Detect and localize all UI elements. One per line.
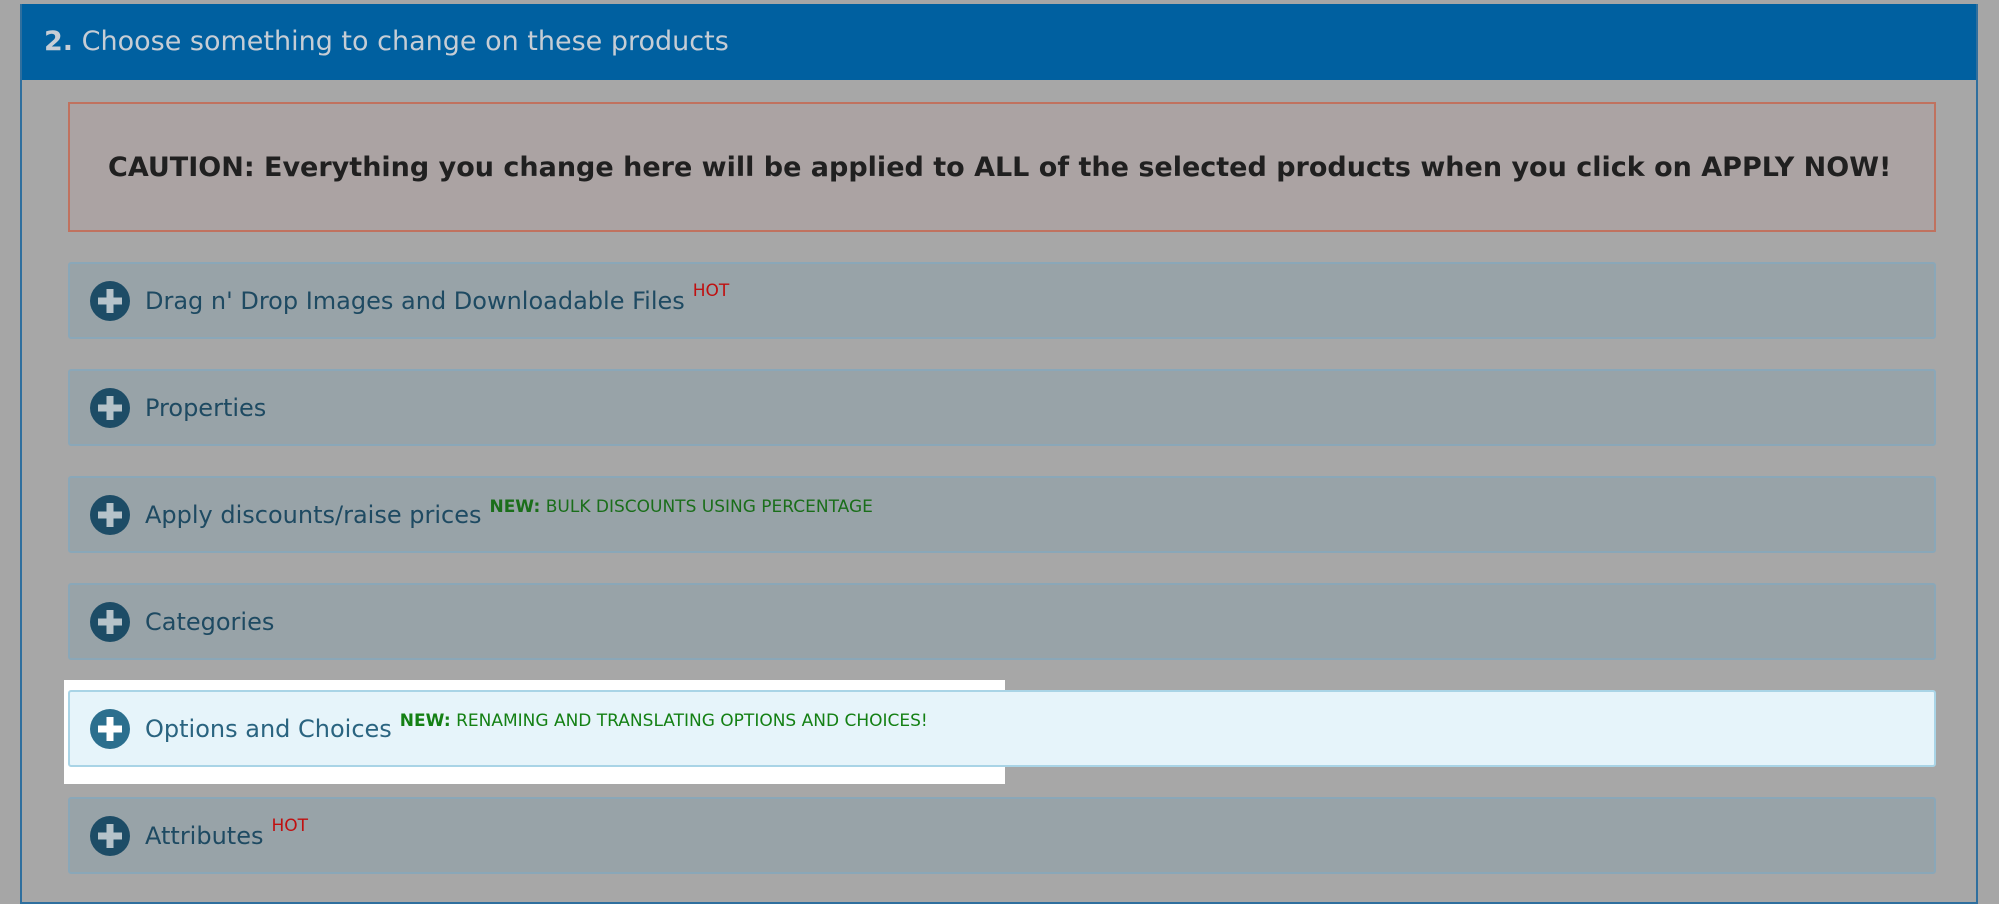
- section-attributes[interactable]: Attributes HOT: [68, 797, 1936, 874]
- plus-circle-icon: [90, 387, 130, 428]
- new-prefix: NEW:: [399, 710, 451, 731]
- panel-title: Choose something to change on these prod…: [81, 26, 729, 57]
- section-label: Drag n' Drop Images and Downloadable Fil…: [145, 286, 685, 315]
- section-label: Properties: [145, 393, 267, 422]
- panel-header: 2. Choose something to change on these p…: [22, 4, 1976, 80]
- section-properties[interactable]: Properties: [68, 369, 1936, 446]
- new-prefix: NEW:: [489, 496, 541, 517]
- section-label: Options and Choices: [145, 714, 392, 743]
- caution-text: CAUTION: Everything you change here will…: [108, 151, 1892, 183]
- plus-circle-icon: [90, 815, 130, 856]
- plus-circle-icon: [90, 708, 130, 749]
- step-number: 2.: [44, 26, 74, 57]
- new-text: RENAMING AND TRANSLATING OPTIONS AND CHO…: [456, 710, 928, 731]
- plus-circle-icon: [90, 280, 130, 321]
- section-apply-discounts[interactable]: Apply discounts/raise prices NEW: BULK D…: [68, 476, 1936, 553]
- section-label: Attributes: [145, 821, 264, 850]
- plus-circle-icon: [90, 494, 130, 535]
- hot-badge: HOT: [692, 280, 730, 301]
- new-text: BULK DISCOUNTS USING PERCENTAGE: [545, 496, 873, 517]
- plus-circle-icon: [90, 601, 130, 642]
- section-drag-drop-images[interactable]: Drag n' Drop Images and Downloadable Fil…: [68, 262, 1936, 339]
- caution-alert: CAUTION: Everything you change here will…: [68, 102, 1936, 232]
- section-options-and-choices[interactable]: Options and Choices NEW: RENAMING AND TR…: [68, 690, 1936, 767]
- bulk-edit-panel: 2. Choose something to change on these p…: [20, 4, 1978, 904]
- section-categories[interactable]: Categories: [68, 583, 1936, 660]
- section-label: Categories: [145, 607, 275, 636]
- hot-badge: HOT: [271, 815, 309, 836]
- new-badge: NEW: BULK DISCOUNTS USING PERCENTAGE: [489, 497, 872, 517]
- section-label: Apply discounts/raise prices: [145, 500, 482, 529]
- new-badge: NEW: RENAMING AND TRANSLATING OPTIONS AN…: [400, 711, 928, 731]
